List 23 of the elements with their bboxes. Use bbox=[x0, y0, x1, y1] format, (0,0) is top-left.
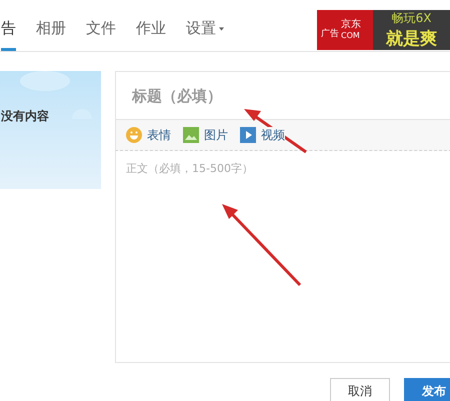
toolbar-button[interactable]: 表情 bbox=[126, 126, 171, 144]
image-icon bbox=[183, 127, 199, 143]
tab[interactable]: 文件 bbox=[86, 19, 116, 51]
ad-brand: 京东 bbox=[341, 18, 361, 31]
cancel-button[interactable]: 取消 bbox=[330, 378, 390, 401]
ad-slogan: 就是爽 bbox=[386, 28, 437, 50]
tab[interactable]: 作业 bbox=[136, 19, 166, 51]
toolbar-button[interactable]: 图片 bbox=[183, 126, 228, 144]
cloud-icon bbox=[20, 71, 70, 91]
tab[interactable]: 告 bbox=[1, 19, 16, 51]
publish-button[interactable]: 发布 bbox=[404, 378, 450, 401]
tab[interactable]: 设置 bbox=[186, 19, 224, 51]
ad-banner[interactable]: 畅玩6X 就是爽 bbox=[373, 10, 450, 50]
ad-domain: COM bbox=[341, 31, 361, 40]
body-field[interactable]: 正文（必填，15-500字） bbox=[115, 151, 450, 363]
empty-message: 没有内容 bbox=[1, 108, 49, 125]
play-icon bbox=[240, 127, 256, 143]
ad-tag: 广告 bbox=[321, 27, 339, 40]
ad-headline: 畅玩6X bbox=[392, 10, 432, 27]
toolbar-button[interactable]: 视频 bbox=[240, 126, 285, 144]
smiley-icon bbox=[126, 127, 142, 143]
tab[interactable]: 相册 bbox=[36, 19, 66, 51]
ad-logo-panel[interactable]: 广告 京东 COM bbox=[317, 10, 373, 50]
